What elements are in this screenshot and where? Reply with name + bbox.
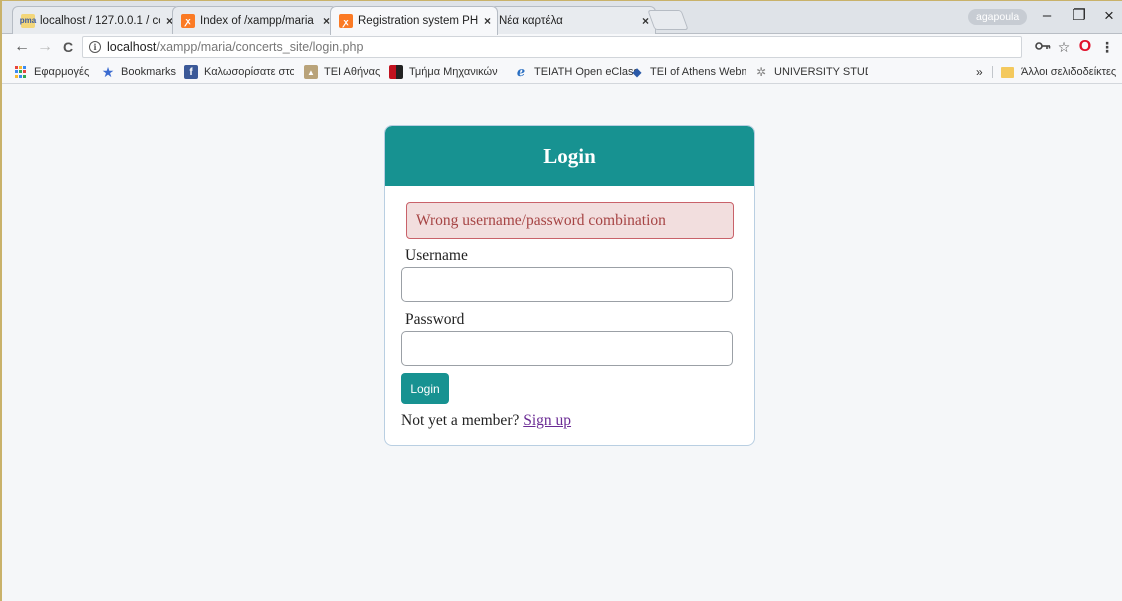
address-bar[interactable]: i localhost/xampp/maria/concerts_site/lo… [82,36,1022,58]
other-bookmarks-folder[interactable]: Άλλοι σελιδοδείκτες [1001,64,1122,80]
close-window-icon[interactable]: × [1094,6,1122,26]
forward-icon[interactable]: → [35,37,55,57]
xampp-icon: ꭗ [339,14,353,28]
bookmark-label: Εφαρμογές [34,66,90,78]
tab-label: localhost / 127.0.0.1 / cor [40,14,160,27]
back-icon[interactable]: ← [12,37,32,57]
browser-toolbar: ← → C i localhost/xampp/maria/concerts_s… [0,34,1122,60]
password-field[interactable] [401,331,733,366]
bookmark-label: ΤΕΙ Αθήνας [324,66,381,78]
url-host: localhost [107,40,157,54]
restore-icon[interactable]: ❐ [1064,6,1094,26]
eclass-icon: ℯ [516,64,526,79]
login-card: Login Wrong username/password combinatio… [384,125,755,446]
username-label: Username [405,247,468,264]
bookmark-label: Καλωσορίσατε στο [204,66,294,78]
info-icon[interactable]: i [89,41,101,53]
bookmark-apps[interactable]: Εφαρμογές [14,64,89,80]
login-header: Login [385,126,754,186]
tab-close-icon[interactable]: × [323,14,330,28]
url-path: /xampp/maria/concerts_site/login.php [156,40,364,54]
bookmarks-bar: Εφαρμογές ★ Bookmarks f Καλωσορίσατε στο… [0,60,1122,84]
menu-icon[interactable]: ⋮ [1100,38,1114,56]
bookmark-label: TEI of Athens Webm [650,66,746,78]
page-title: Login [543,143,596,168]
tab-registration-system[interactable]: ꭗ Registration system PHP × [330,6,498,35]
tab-phpmyadmin[interactable]: pma localhost / 127.0.0.1 / cor × [12,6,180,34]
signup-link[interactable]: Sign up [523,412,571,429]
password-label: Password [405,311,465,328]
phpmyadmin-icon: pma [20,13,36,28]
username-field[interactable] [401,267,733,302]
webmail-icon: ◆ [632,65,642,79]
tab-label: Registration system PHP [358,15,478,27]
error-message: Wrong username/password combination [416,211,666,229]
tab-close-icon[interactable]: × [642,14,649,28]
new-tab-button[interactable] [647,10,689,30]
opera-icon[interactable]: O [1076,38,1094,56]
page-content: Login Wrong username/password combinatio… [2,85,1122,601]
department-icon [389,65,403,79]
bookmark-label: UNIVERSITY STUDEN [774,66,868,78]
bookmarks-overflow-button[interactable]: » [976,64,983,80]
bookmark-eclass[interactable]: ℯ TEIATH Open eClass [514,64,639,80]
tab-label: Index of /xampp/maria [200,14,314,27]
bookmarks-divider [992,66,993,78]
bookmark-label: Άλλοι σελιδοδείκτες [1021,66,1117,78]
tab-label: Νέα καρτέλα [499,14,563,27]
apps-grid-icon [14,65,28,79]
bookmark-label: Bookmarks [121,66,177,78]
folder-icon [1001,66,1014,78]
bookmark-facebook[interactable]: f Καλωσορίσατε στο [184,64,294,80]
signup-line: Not yet a member? Sign up [401,412,571,430]
university-icon: ✲ [755,65,767,79]
bookmark-tei-athens[interactable]: ▲ ΤΕΙ Αθήνας [304,64,380,80]
bookmark-webmail[interactable]: ◆ TEI of Athens Webm [630,64,746,80]
tei-icon: ▲ [304,65,318,79]
minimize-icon[interactable]: – [1032,6,1062,26]
error-alert: Wrong username/password combination [406,202,734,239]
signup-prompt: Not yet a member? [401,412,520,429]
tab-strip: pma localhost / 127.0.0.1 / cor × ꭗ Inde… [0,0,1122,35]
tab-xampp-index[interactable]: ꭗ Index of /xampp/maria × [172,6,337,34]
star-icon: ★ [101,64,115,80]
bookmark-department[interactable]: Τμήμα Μηχανικών [389,64,507,80]
bookmark-star-icon[interactable]: ☆ [1055,38,1073,56]
tab-new-tab[interactable]: Νέα καρτέλα × [490,6,656,34]
tab-close-icon[interactable]: × [484,14,491,28]
reload-icon[interactable]: C [58,37,78,57]
facebook-icon: f [184,65,198,79]
bookmark-label: TEIATH Open eClass [534,66,639,78]
bookmark-bookmarks[interactable]: ★ Bookmarks [101,64,176,80]
login-button[interactable]: Login [401,373,449,404]
profile-badge[interactable]: agapoula [968,9,1028,25]
xampp-icon: ꭗ [181,13,195,28]
bookmark-label: Τμήμα Μηχανικών [409,66,498,78]
bookmark-university[interactable]: ✲ UNIVERSITY STUDEN [754,64,868,80]
key-icon[interactable] [1034,38,1052,56]
